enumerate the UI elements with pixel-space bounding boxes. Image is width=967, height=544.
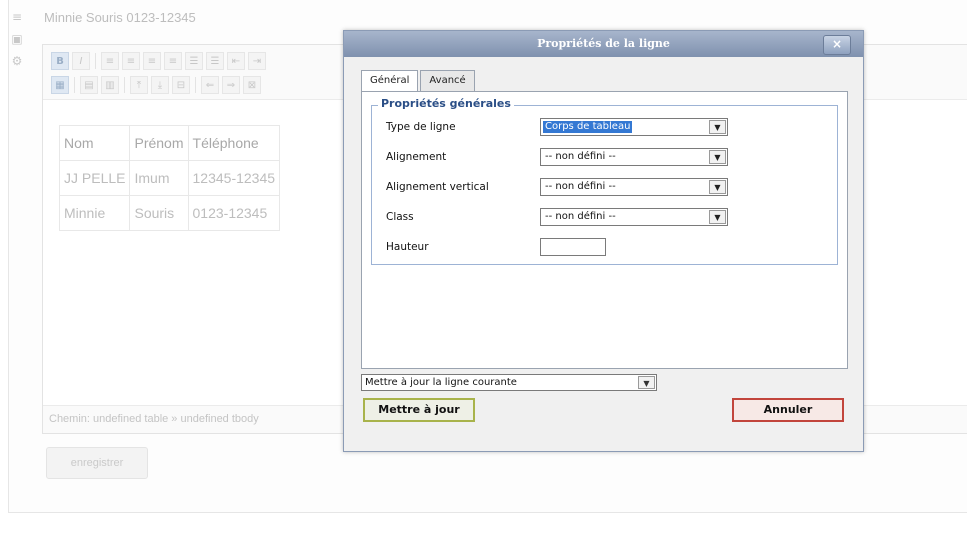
dialog-tabs: Général Avancé (361, 70, 477, 92)
record-header: Minnie Souris 0123-12345 (44, 10, 196, 25)
toolbar-row-2: ▦ ▤ ▥ ⤒ ⤓ ⊟ ⇐ ⇒ ⊠ (51, 75, 261, 95)
table-row[interactable]: Minnie Souris 0123-12345 (58, 195, 281, 231)
class-select[interactable]: -- non défini -- ▼ (540, 208, 728, 226)
toolbar-separator (195, 77, 196, 93)
chevron-down-icon[interactable]: ▼ (638, 376, 655, 389)
vertical-alignment-field: Alignement vertical -- non défini -- ▼ (386, 178, 826, 198)
chevron-down-icon[interactable]: ▼ (709, 180, 726, 194)
insert-col-before-icon[interactable]: ⇐ (201, 76, 219, 94)
align-justify-icon[interactable]: ≡ (164, 52, 182, 70)
select-value: -- non défini -- (545, 211, 616, 222)
column-header[interactable]: Nom (58, 125, 131, 161)
select-value: Mettre à jour la ligne courante (365, 377, 517, 388)
table-cell[interactable]: 12345-12345 (187, 160, 281, 196)
table-cell[interactable]: JJ PELLE (58, 160, 131, 196)
table-cell[interactable]: Souris (129, 195, 189, 231)
chevron-down-icon[interactable]: ▼ (709, 150, 726, 164)
table-cell[interactable]: Minnie (58, 195, 131, 231)
table-cell[interactable]: Imum (129, 160, 189, 196)
element-path: Chemin: undefined table » undefined tbod… (49, 413, 259, 425)
delete-row-icon[interactable]: ⊟ (172, 76, 190, 94)
image-icon[interactable]: ▣ (10, 28, 24, 50)
update-button[interactable]: Mettre à jour (363, 398, 475, 422)
align-right-icon[interactable]: ≡ (143, 52, 161, 70)
tab-general[interactable]: Général (361, 70, 419, 92)
row-type-field: Type de ligne Corps de tableau ▼ (386, 118, 826, 138)
general-properties-group: Propriétés générales Type de ligne Corps… (371, 97, 838, 265)
select-value: -- non défini -- (545, 181, 616, 192)
alignment-field: Alignement -- non défini -- ▼ (386, 148, 826, 168)
vertical-alignment-select[interactable]: -- non défini -- ▼ (540, 178, 728, 196)
row-properties-dialog: Propriétés de la ligne × Général Avancé … (343, 30, 864, 452)
column-header[interactable]: Téléphone (187, 125, 281, 161)
settings-icon[interactable]: ⚙ (10, 50, 24, 72)
height-input[interactable] (540, 238, 606, 256)
chevron-down-icon[interactable]: ▼ (709, 210, 726, 224)
field-label: Alignement (386, 151, 447, 163)
toolbar-separator (95, 53, 96, 69)
italic-icon[interactable]: I (72, 52, 90, 70)
dialog-title-bar[interactable]: Propriétés de la ligne × (344, 31, 863, 57)
insert-col-after-icon[interactable]: ⇒ (222, 76, 240, 94)
indent-icon[interactable]: ⇥ (248, 52, 266, 70)
insert-row-after-icon[interactable]: ⤓ (151, 76, 169, 94)
update-action-select[interactable]: Mettre à jour la ligne courante ▼ (361, 374, 657, 391)
alignment-select[interactable]: -- non défini -- ▼ (540, 148, 728, 166)
outdent-icon[interactable]: ⇤ (227, 52, 245, 70)
class-field: Class -- non défini -- ▼ (386, 208, 826, 228)
tab-advanced[interactable]: Avancé (420, 70, 475, 91)
contacts-table: Nom Prénom Téléphone JJ PELLE Imum 12345… (58, 125, 281, 231)
align-left-icon[interactable]: ≡ (101, 52, 119, 70)
height-field: Hauteur (386, 238, 826, 258)
insert-row-before-icon[interactable]: ⤒ (130, 76, 148, 94)
cancel-button[interactable]: Annuler (732, 398, 844, 422)
row-props-icon[interactable]: ▤ (80, 76, 98, 94)
cell-props-icon[interactable]: ▥ (101, 76, 119, 94)
row-type-select[interactable]: Corps de tableau ▼ (540, 118, 728, 136)
group-legend: Propriétés générales (378, 97, 514, 110)
field-label: Hauteur (386, 241, 429, 253)
select-value: -- non défini -- (545, 151, 616, 162)
table-row[interactable]: JJ PELLE Imum 12345-12345 (58, 160, 281, 196)
bold-icon[interactable]: B (51, 52, 69, 70)
delete-col-icon[interactable]: ⊠ (243, 76, 261, 94)
menu-icon[interactable]: ≡ (10, 6, 24, 28)
table-icon[interactable]: ▦ (51, 76, 69, 94)
column-header[interactable]: Prénom (129, 125, 189, 161)
toolbar-separator (124, 77, 125, 93)
align-center-icon[interactable]: ≡ (122, 52, 140, 70)
field-label: Class (386, 211, 414, 223)
select-value: Corps de tableau (543, 121, 633, 133)
left-gutter: ≡ ▣ ⚙ (10, 6, 24, 72)
field-label: Alignement vertical (386, 181, 489, 193)
numbered-list-icon[interactable]: ☰ (206, 52, 224, 70)
field-label: Type de ligne (386, 121, 456, 133)
save-button[interactable]: enregistrer (46, 447, 148, 479)
chevron-down-icon[interactable]: ▼ (709, 120, 726, 134)
table-cell[interactable]: 0123-12345 (187, 195, 281, 231)
bullet-list-icon[interactable]: ☰ (185, 52, 203, 70)
table-header-row: Nom Prénom Téléphone (58, 125, 281, 161)
toolbar-separator (74, 77, 75, 93)
general-panel: Propriétés générales Type de ligne Corps… (361, 91, 848, 369)
close-icon[interactable]: × (823, 35, 851, 55)
toolbar-row-1: B I ≡ ≡ ≡ ≡ ☰ ☰ ⇤ ⇥ (51, 51, 266, 71)
dialog-title: Propriétés de la ligne (537, 37, 670, 50)
